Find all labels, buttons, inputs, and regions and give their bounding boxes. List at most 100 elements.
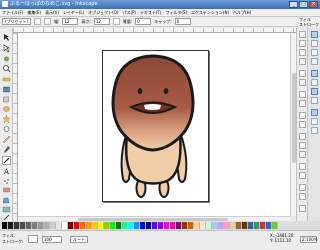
stroke-indicator-label: ストローク [299, 22, 319, 27]
window-title-bar: ぶるーはっぱのなめこ.svg - Inkscape _ □ × [0, 0, 320, 9]
toolbox: A [0, 28, 13, 221]
preset-select[interactable]: (プリセット) [2, 18, 32, 25]
inkscape-app-icon [2, 1, 8, 7]
menu-edit[interactable]: 編集(E) [27, 10, 41, 16]
fill-swatch[interactable] [28, 235, 38, 243]
new-document-icon[interactable] [299, 31, 306, 38]
copy-icon[interactable] [299, 112, 306, 119]
trace-toggle-icon[interactable] [44, 18, 52, 25]
save-document-icon[interactable] [299, 49, 306, 56]
menu-view[interactable]: 表示(V) [45, 10, 59, 16]
duplicate-icon[interactable] [299, 163, 306, 170]
snap-grid-icon[interactable] [311, 118, 318, 125]
ellipse-tool-icon[interactable] [3, 106, 10, 112]
dropper-tool-icon[interactable] [3, 214, 10, 221]
zoom-value: 100% [306, 237, 318, 242]
width-label: 幅: [54, 19, 60, 24]
commands-bar [296, 28, 307, 221]
print-icon[interactable] [299, 58, 306, 65]
selector-tool-icon[interactable] [4, 34, 9, 41]
snap-path-icon[interactable] [311, 79, 318, 86]
snap-page-icon[interactable] [311, 109, 318, 116]
snap-bbox-corner-icon[interactable] [311, 58, 318, 65]
coord-y: 1111.10 [274, 238, 292, 243]
height-label: 高さ: [81, 19, 91, 24]
ungroup-icon[interactable] [299, 193, 306, 200]
mass-label: 質量: [122, 19, 133, 24]
gradient-tool-icon[interactable] [2, 206, 11, 213]
text-tool-icon[interactable]: A [3, 168, 10, 176]
zoom-drawing-icon[interactable] [299, 142, 306, 149]
spray-tool-icon[interactable] [4, 179, 9, 184]
group-icon[interactable] [299, 184, 306, 191]
redo-icon[interactable] [299, 100, 306, 107]
layer-select[interactable]: ルート [70, 236, 88, 243]
box3d-tool-icon[interactable] [3, 96, 9, 103]
menu-object[interactable]: オブジェクト(O) [88, 10, 118, 16]
cap-label: キャップ: [154, 19, 172, 24]
coord-y-label: Y: [270, 238, 274, 243]
pressure-toggle-icon[interactable] [34, 18, 42, 25]
snap-smooth-icon[interactable] [311, 97, 318, 104]
menu-path[interactable]: パス(P) [122, 10, 136, 16]
eraser-tool-icon[interactable] [3, 187, 10, 193]
nameko-illustration [111, 54, 195, 198]
snap-guide-icon[interactable] [311, 127, 318, 134]
cap-field[interactable]: 0 [174, 18, 191, 25]
page-border [102, 50, 209, 202]
tweak-tool-icon[interactable] [4, 56, 9, 62]
menu-bar: ファイル(F) 編集(E) 表示(V) レイヤー(L) オブジェクト(O) パス… [0, 9, 320, 17]
style-labels: フィル: ストローク: [2, 233, 23, 245]
minimize-button[interactable]: _ [289, 1, 298, 8]
style-indicator: フィル ストローク [298, 17, 320, 27]
svg-text:A: A [3, 168, 10, 176]
drawing-canvas[interactable] [18, 33, 290, 216]
bucket-tool-icon[interactable] [2, 197, 10, 204]
maximize-button[interactable]: □ [299, 1, 308, 8]
spiral-tool-icon[interactable] [3, 126, 10, 132]
fill-stroke-icon[interactable] [299, 205, 306, 212]
snap-nodes-icon[interactable] [311, 70, 318, 77]
menu-help[interactable]: ヘルプ(H) [233, 10, 251, 16]
menu-text[interactable]: テキスト(T) [140, 10, 161, 16]
menu-filter[interactable]: フィルタ(S) [165, 10, 187, 16]
measure-tool-icon[interactable] [2, 77, 11, 82]
star-tool-icon[interactable] [2, 114, 11, 124]
opacity-field[interactable]: 100 [42, 236, 62, 243]
menu-file[interactable]: ファイル(F) [2, 10, 23, 16]
window-title: ぶるーはっぱのなめこ.svg - Inkscape [10, 1, 98, 7]
snap-bbox-edge-icon[interactable] [311, 49, 318, 56]
snap-bbox-icon[interactable] [311, 40, 318, 47]
rectangle-tool-icon[interactable] [3, 86, 10, 93]
zoom-page-icon[interactable] [299, 151, 306, 158]
node-tool-icon[interactable] [3, 44, 11, 53]
open-document-icon[interactable] [299, 40, 306, 47]
menu-layer[interactable]: レイヤー(L) [63, 10, 84, 16]
palette-swatch[interactable] [272, 222, 278, 229]
height-field[interactable]: 12 [93, 18, 110, 25]
mass-field[interactable]: 0 [135, 18, 152, 25]
menu-extensions[interactable]: エクステンション(N) [191, 10, 229, 16]
snap-cusp-icon[interactable] [311, 88, 318, 95]
undo-icon[interactable] [299, 91, 306, 98]
stroke-label: ストローク: [2, 239, 24, 244]
status-message [100, 237, 260, 243]
export-icon[interactable] [299, 79, 306, 86]
pen-tool-icon[interactable] [4, 146, 10, 153]
clone-icon[interactable] [299, 172, 306, 179]
toolbox-icons: A [2, 34, 11, 221]
pencil-tool-icon[interactable] [2, 135, 11, 144]
tilt-toggle-icon[interactable] [112, 18, 120, 25]
zoom-field[interactable]: Z:100% [300, 236, 318, 243]
snap-enable-icon[interactable] [311, 31, 318, 38]
close-button[interactable]: × [309, 1, 318, 8]
cursor-coordinates: X: -1481.20 Y: 1111.10 [270, 233, 293, 243]
status-bar: フィル: ストローク: 100 ルート X: -1481.20 Y: 1111.… [0, 230, 320, 250]
zoom-selection-icon[interactable] [299, 133, 306, 140]
import-icon[interactable] [299, 70, 306, 77]
width-field[interactable]: 12 [62, 18, 79, 25]
calligraphy-tool-icon[interactable] [2, 156, 11, 165]
color-palette [0, 221, 320, 230]
zoom-tool-icon[interactable] [3, 65, 11, 73]
paste-icon[interactable] [299, 121, 306, 128]
